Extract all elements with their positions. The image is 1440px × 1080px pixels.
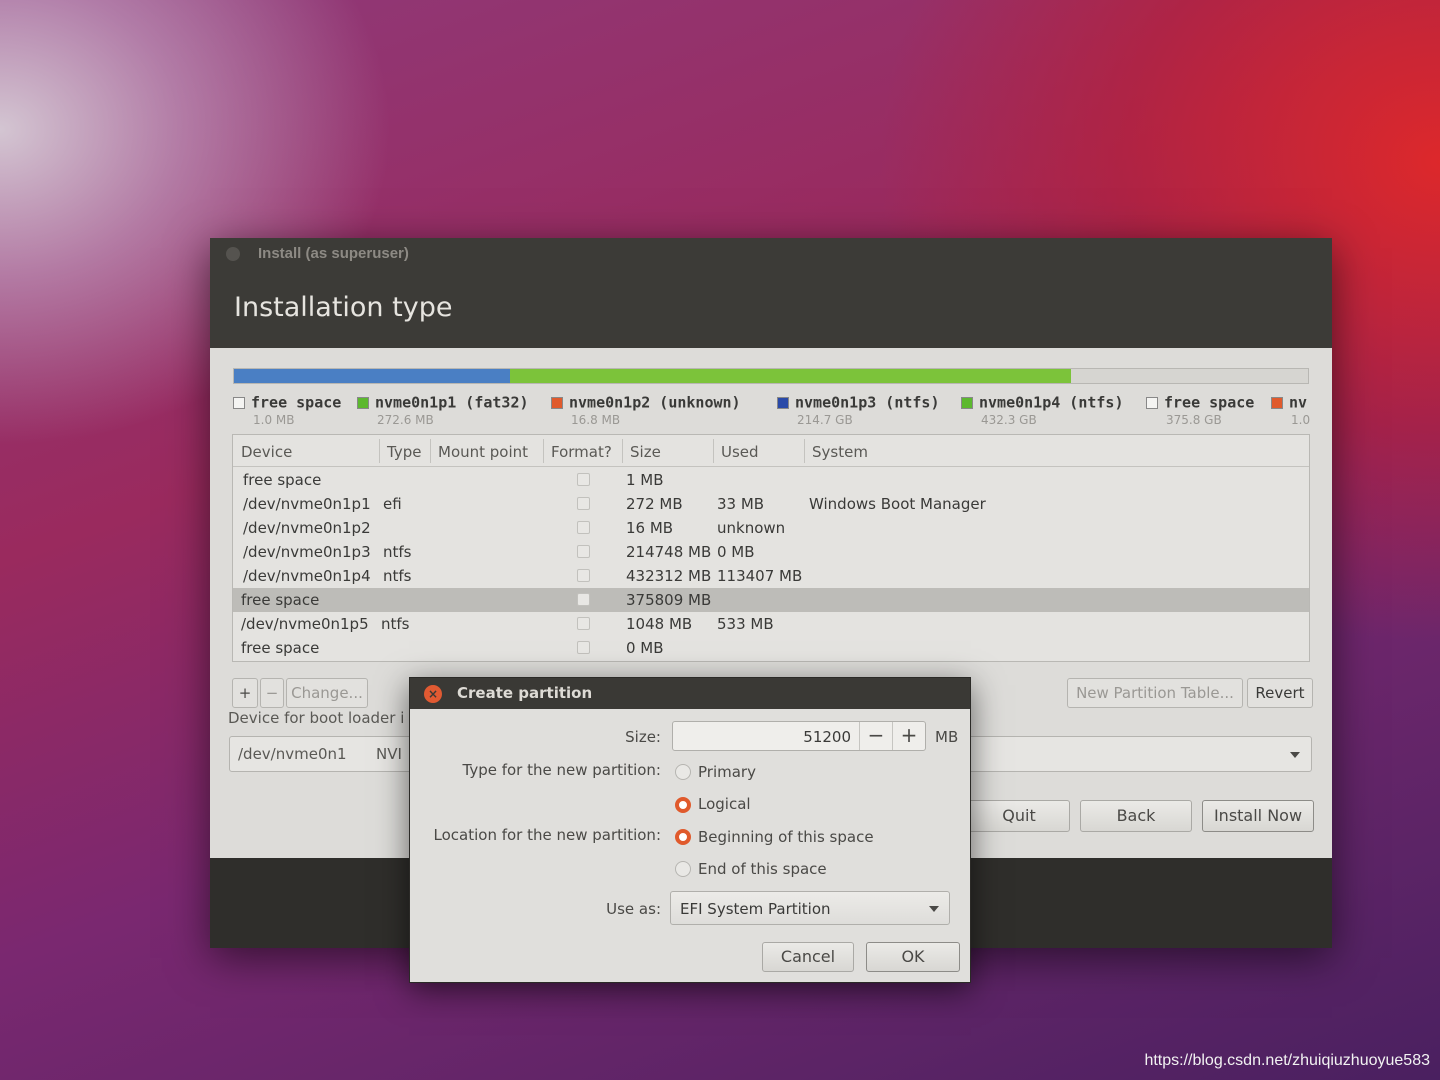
legend-swatch — [233, 396, 245, 409]
legend-item: free space 1.0 MB — [233, 392, 341, 427]
column-header-format[interactable]: Format? — [551, 443, 612, 461]
table-row-selected[interactable]: free space 375809 MB — [233, 588, 1309, 612]
new-partition-table-button[interactable]: New Partition Table... — [1067, 678, 1243, 708]
radio-logical-label[interactable]: Logical — [698, 795, 751, 813]
table-row[interactable]: free space 0 MB — [233, 636, 1309, 660]
revert-button[interactable]: Revert — [1247, 678, 1313, 708]
column-header-device[interactable]: Device — [241, 443, 292, 461]
radio-beginning[interactable] — [675, 829, 691, 845]
partition-bar-segment-ntfs — [510, 369, 1071, 383]
remove-partition-button[interactable]: − — [260, 678, 284, 708]
table-header: Device Type Mount point Format? Size Use… — [233, 435, 1309, 467]
change-partition-button[interactable]: Change... — [286, 678, 368, 708]
format-checkbox[interactable] — [577, 641, 590, 654]
partition-table[interactable]: Device Type Mount point Format? Size Use… — [232, 434, 1310, 662]
legend-swatch — [1271, 396, 1283, 409]
partition-bar — [233, 368, 1309, 384]
legend-swatch — [551, 396, 563, 409]
radio-primary-label[interactable]: Primary — [698, 763, 756, 781]
dialog-title: Create partition — [457, 684, 593, 702]
legend-swatch — [357, 396, 369, 409]
radio-logical[interactable] — [675, 797, 691, 813]
radio-beginning-label[interactable]: Beginning of this space — [698, 828, 874, 846]
format-checkbox[interactable] — [577, 521, 590, 534]
table-row[interactable]: /dev/nvme0n1p5 ntfs 1048 MB 533 MB — [233, 612, 1309, 636]
legend-swatch — [1146, 396, 1158, 409]
column-header-system[interactable]: System — [812, 443, 868, 461]
use-as-label: Use as: — [606, 900, 661, 918]
window-close-icon[interactable] — [226, 247, 240, 261]
size-spinbutton[interactable]: 51200 − + — [672, 721, 926, 751]
format-checkbox[interactable] — [577, 617, 590, 630]
format-checkbox[interactable] — [577, 593, 590, 606]
window-titlebar: Install (as superuser) — [210, 238, 1332, 270]
legend-item: nvme0n1p4 (ntfs) 432.3 GB — [961, 392, 1124, 427]
size-decrement-button[interactable]: − — [859, 722, 892, 750]
legend-swatch — [777, 396, 789, 409]
size-label: Size: — [625, 728, 661, 746]
add-partition-button[interactable]: + — [232, 678, 258, 708]
size-increment-button[interactable]: + — [892, 722, 925, 750]
column-header-used[interactable]: Used — [721, 443, 759, 461]
create-partition-dialog: × Create partition Size: 51200 − + MB Ty… — [409, 677, 971, 983]
radio-primary[interactable] — [675, 764, 691, 780]
legend-item: free space 375.8 GB — [1146, 392, 1254, 427]
partition-bar-segment-efi — [234, 369, 510, 383]
format-checkbox[interactable] — [577, 473, 590, 486]
table-row[interactable]: /dev/nvme0n1p3 ntfs 214748 MB 0 MB — [233, 540, 1309, 564]
type-label: Type for the new partition: — [462, 761, 662, 779]
dialog-titlebar: × Create partition — [410, 678, 970, 709]
cancel-button[interactable]: Cancel — [762, 942, 854, 972]
table-row[interactable]: /dev/nvme0n1p1 efi 272 MB 33 MB Windows … — [233, 492, 1309, 516]
legend-item: nv 1.0 — [1271, 392, 1310, 427]
format-checkbox[interactable] — [577, 545, 590, 558]
quit-button[interactable]: Quit — [968, 800, 1070, 832]
column-header-mount[interactable]: Mount point — [438, 443, 528, 461]
table-row[interactable]: free space 1 MB — [233, 468, 1309, 492]
table-row[interactable]: /dev/nvme0n1p2 16 MB unknown — [233, 516, 1309, 540]
legend-item: nvme0n1p1 (fat32) 272.6 MB — [357, 392, 529, 427]
close-icon[interactable]: × — [424, 685, 442, 703]
table-row[interactable]: /dev/nvme0n1p4 ntfs 432312 MB 113407 MB — [233, 564, 1309, 588]
radio-end[interactable] — [675, 861, 691, 877]
window-title: Install (as superuser) — [258, 245, 409, 262]
back-button[interactable]: Back — [1080, 800, 1192, 832]
chevron-down-icon — [1290, 752, 1300, 758]
size-input[interactable]: 51200 — [803, 728, 851, 746]
legend-swatch — [961, 396, 973, 409]
use-as-select[interactable]: EFI System Partition — [670, 891, 950, 925]
page-title: Installation type — [210, 270, 1332, 348]
column-header-type[interactable]: Type — [387, 443, 421, 461]
bootloader-label: Device for boot loader i — [228, 709, 405, 727]
chevron-down-icon — [929, 906, 939, 912]
partition-bar-segment-free — [1071, 369, 1308, 383]
partition-legend: free space 1.0 MB nvme0n1p1 (fat32) 272.… — [233, 392, 1313, 432]
legend-item: nvme0n1p2 (unknown) 16.8 MB — [551, 392, 741, 427]
column-header-size[interactable]: Size — [630, 443, 661, 461]
radio-end-label[interactable]: End of this space — [698, 860, 827, 878]
size-unit: MB — [935, 728, 959, 746]
location-label: Location for the new partition: — [433, 826, 661, 844]
install-now-button[interactable]: Install Now — [1202, 800, 1314, 832]
format-checkbox[interactable] — [577, 497, 590, 510]
format-checkbox[interactable] — [577, 569, 590, 582]
ok-button[interactable]: OK — [866, 942, 960, 972]
watermark: https://blog.csdn.net/zhuiqiuzhuoyue583 — [1144, 1052, 1430, 1069]
legend-item: nvme0n1p3 (ntfs) 214.7 GB — [777, 392, 940, 427]
